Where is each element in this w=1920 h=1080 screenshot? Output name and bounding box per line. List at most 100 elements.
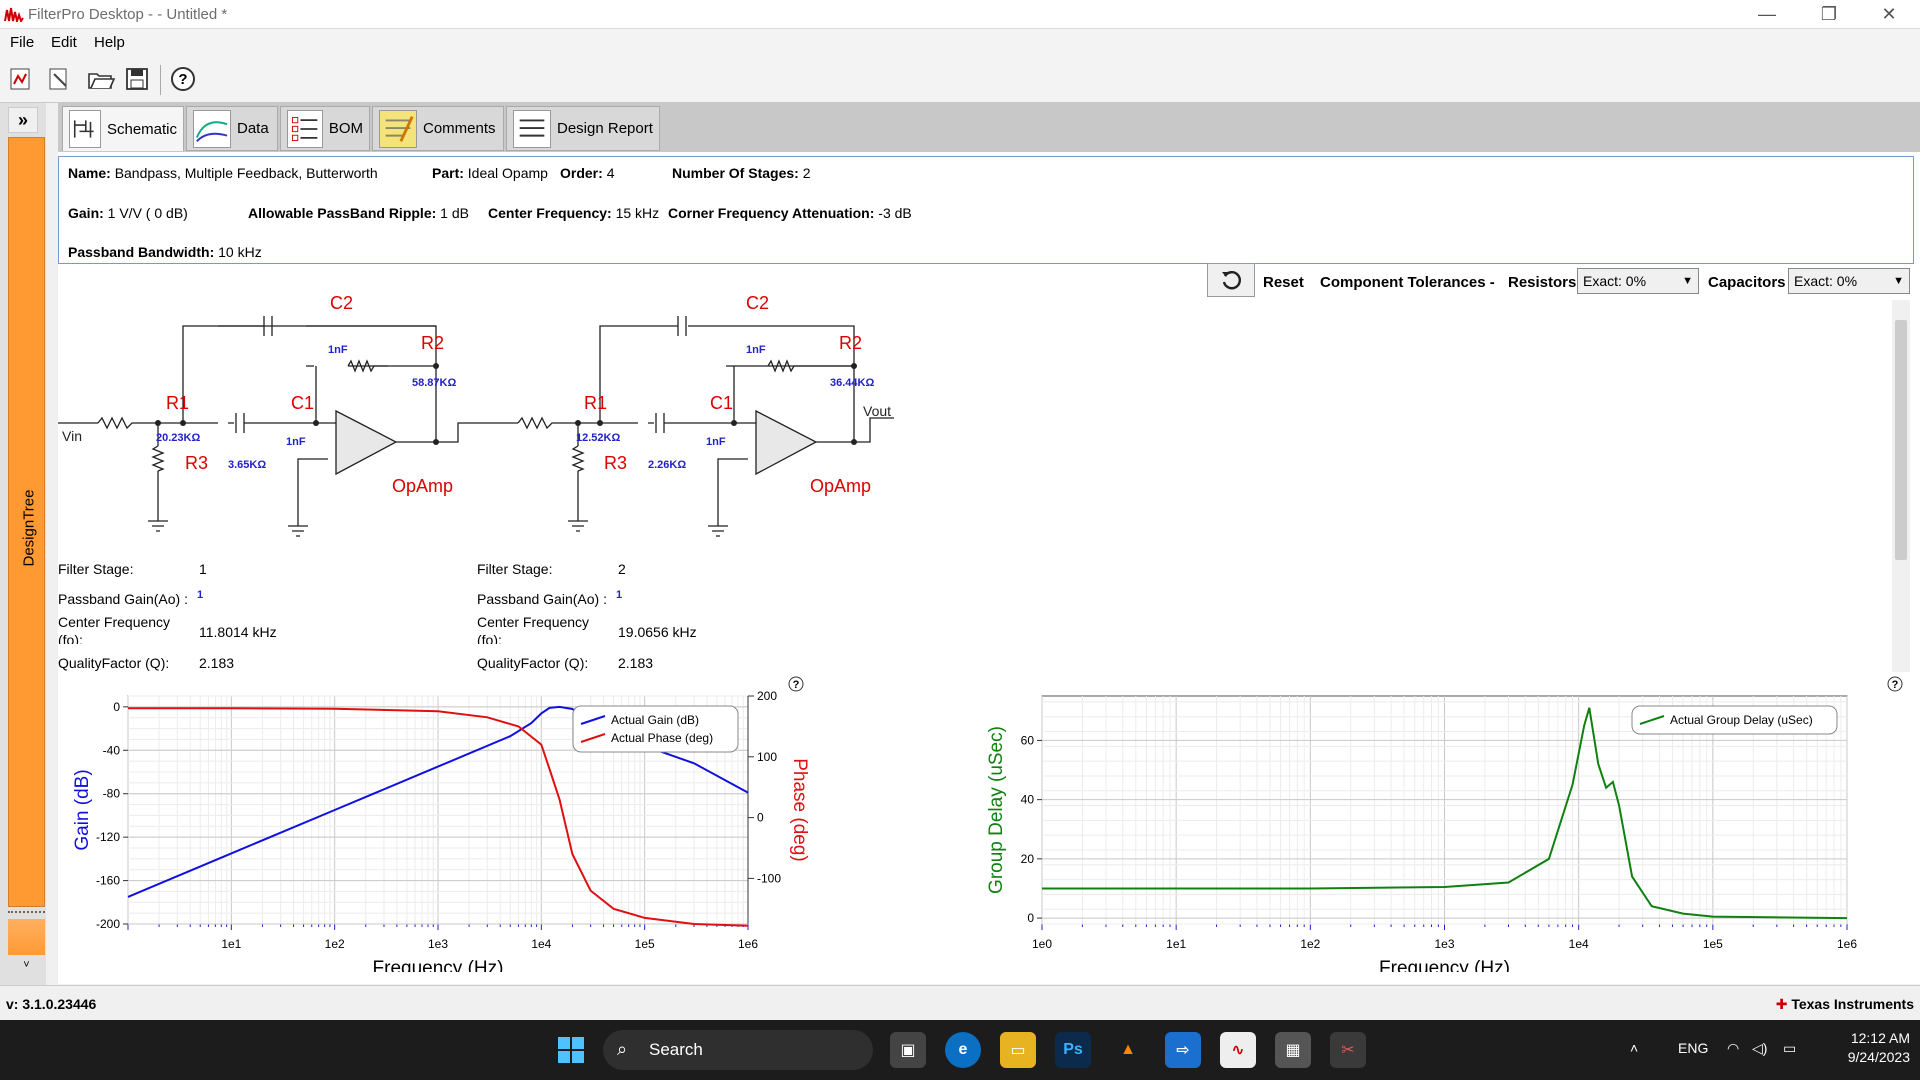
y-tick-label: 0 <box>1027 911 1034 925</box>
stage-label: Filter Stage: <box>477 561 553 577</box>
filter-order: Order: 4 <box>560 165 615 181</box>
title-bar: FilterPro Desktop - - Untitled * — ❐ ✕ <box>0 0 1920 29</box>
search-icon: ⌕ <box>617 1039 628 1059</box>
chevron-down-icon: ▼ <box>1682 275 1693 287</box>
data-chart-icon <box>193 109 231 148</box>
menu-file[interactable]: File <box>10 34 34 51</box>
svg-text:?: ? <box>178 71 187 88</box>
filter-center-frequency: Center Frequency: 15 kHz <box>488 205 660 221</box>
menu-help[interactable]: Help <box>94 34 125 51</box>
x-axis-title: Frequency (Hz) <box>1379 958 1510 972</box>
y2-axis-title: Phase (deg) <box>789 758 810 862</box>
window-title: FilterPro Desktop - - Untitled * <box>28 6 228 23</box>
y2-tick-label: -100 <box>757 871 781 885</box>
menu-bar: File Edit Help <box>0 29 1920 57</box>
c2-label: C2 <box>746 296 769 313</box>
windows-start-button[interactable] <box>553 1032 589 1068</box>
language-indicator[interactable]: ENG <box>1678 1040 1708 1056</box>
x-tick-label: 1e1 <box>1166 937 1186 951</box>
x-tick-label: 1e2 <box>1300 937 1320 951</box>
toolbar-separator <box>160 65 161 95</box>
ti-icon: ✚ <box>1775 996 1792 1012</box>
sidebar-scroll-down[interactable]: ˅ <box>8 959 45 981</box>
vertical-scrollbar[interactable] <box>1892 300 1910 672</box>
filterpro-taskbar-icon[interactable]: ∿ <box>1220 1032 1256 1068</box>
y-tick-label: -120 <box>96 830 120 844</box>
r1-value: 12.52KΩ <box>576 432 620 444</box>
capacitors-tolerance-select[interactable]: Exact: 0% ▼ <box>1788 268 1910 294</box>
y-tick-label: -160 <box>96 874 120 888</box>
reset-button[interactable] <box>1207 263 1255 297</box>
tab-bar: Schematic Data BOM Comments Design Repor… <box>58 103 1920 152</box>
tab-label: Data <box>237 120 269 137</box>
snipping-tool-icon[interactable]: ✂ <box>1330 1032 1366 1068</box>
x-tick-label: 1e4 <box>531 937 551 951</box>
x-tick-label: 1e5 <box>1703 937 1723 951</box>
tab-design-report[interactable]: Design Report <box>506 106 660 151</box>
reset-label[interactable]: Reset <box>1263 274 1304 291</box>
restore-button[interactable]: ❐ <box>1800 0 1858 29</box>
x-tick-label: 1e6 <box>1837 937 1857 951</box>
new-design-button[interactable] <box>4 62 38 96</box>
y2-tick-label: 200 <box>757 689 777 703</box>
menu-edit[interactable]: Edit <box>51 34 77 51</box>
q-value: 2.183 <box>199 655 235 671</box>
bom-list-icon <box>287 109 323 148</box>
minimize-button[interactable]: — <box>1738 0 1796 29</box>
taskbar-search[interactable]: ⌕ Search <box>603 1030 873 1070</box>
scrollbar-thumb[interactable] <box>1895 320 1907 560</box>
search-label: Search <box>649 1040 703 1059</box>
edge-icon[interactable]: e <box>945 1032 981 1068</box>
y-tick-label: 0 <box>113 700 120 714</box>
component-tolerances-label: Component Tolerances - <box>1320 274 1495 291</box>
new-design-icon <box>10 68 30 90</box>
c1-value: 1nF <box>286 436 306 448</box>
resistors-tolerance-select[interactable]: Exact: 0% ▼ <box>1577 268 1699 294</box>
photoshop-icon[interactable]: Ps <box>1055 1032 1091 1068</box>
wizard-button[interactable] <box>42 62 76 96</box>
design-tree-panel: » DesignTree ˅ <box>0 103 46 986</box>
taskbar-clock[interactable]: 12:12 AM 9/24/2023 <box>1820 1030 1910 1065</box>
tab-bom[interactable]: BOM <box>280 106 370 151</box>
x-tick-label: 1e3 <box>428 937 448 951</box>
report-icon <box>513 109 551 148</box>
tab-comments[interactable]: Comments <box>372 106 504 151</box>
q-label: QualityFactor (Q): <box>58 655 170 671</box>
tab-schematic[interactable]: Schematic <box>62 106 184 151</box>
expand-sidebar-button[interactable]: » <box>8 107 38 133</box>
open-icon <box>88 73 115 89</box>
help-button[interactable]: ? <box>166 62 200 96</box>
fo-label: Center Frequency <box>58 614 171 630</box>
sidebar-grip[interactable] <box>8 911 45 917</box>
wifi-icon[interactable]: ◠ <box>1727 1040 1739 1057</box>
help-icon: ? <box>171 67 195 91</box>
gain-label: Passband Gain(Ao) : <box>58 591 188 607</box>
close-button[interactable]: ✕ <box>1860 0 1918 29</box>
filter-part: Part: Ideal Opamp <box>432 165 548 181</box>
filter-corner-attenuation: Corner Frequency Attenuation: -3 dB <box>668 205 912 221</box>
vlc-icon[interactable]: ▲ <box>1110 1032 1146 1068</box>
task-view-icon[interactable]: ▣ <box>890 1032 926 1068</box>
battery-icon[interactable]: ▭ <box>1783 1040 1796 1057</box>
save-button[interactable] <box>120 62 154 96</box>
q-value: 2.183 <box>618 655 654 671</box>
gain-value: 1 <box>197 589 204 601</box>
x-tick-label: 1e3 <box>1434 937 1454 951</box>
chevron-up-icon[interactable]: ˄ <box>1630 1040 1638 1056</box>
design-tree-tab[interactable]: DesignTree <box>8 137 45 907</box>
remote-desktop-icon[interactable]: ⇨ <box>1165 1032 1201 1068</box>
open-button[interactable] <box>84 62 118 96</box>
x-tick-label: 1e4 <box>1569 937 1589 951</box>
status-bar: v: 3.1.0.23446 ✚ Texas Instruments <box>0 985 1920 1020</box>
tab-label: Design Report <box>557 120 653 137</box>
calculator-icon[interactable]: ▦ <box>1275 1032 1311 1068</box>
file-explorer-icon[interactable]: ▭ <box>1000 1032 1036 1068</box>
volume-icon[interactable]: ◁) <box>1752 1040 1767 1057</box>
sidebar-swatch <box>8 919 45 955</box>
fo-value: 19.0656 kHz <box>618 624 697 640</box>
windows-logo-icon <box>558 1037 584 1063</box>
fo-value: 11.8014 kHz <box>199 624 277 640</box>
r1-value: 20.23KΩ <box>156 432 200 444</box>
version-label: v: 3.1.0.23446 <box>6 996 97 1012</box>
tab-data[interactable]: Data <box>186 106 278 151</box>
